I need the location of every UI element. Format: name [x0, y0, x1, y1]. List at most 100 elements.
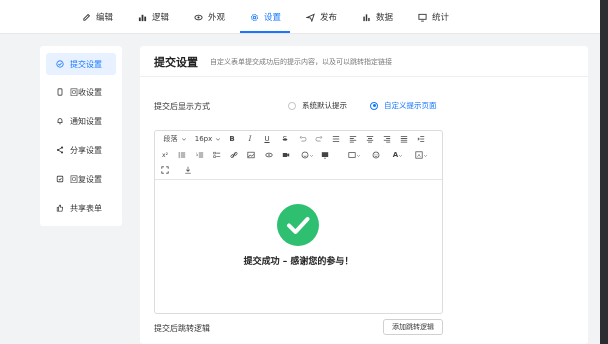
- emoji-icon[interactable]: [371, 149, 381, 161]
- share-icon: [56, 146, 64, 154]
- tab-logic[interactable]: 逻辑: [138, 0, 169, 34]
- font-size-select[interactable]: 16px: [193, 133, 223, 145]
- page-subtitle: 自定义表单提交成功后的提示内容，以及可以跳转指定链接: [210, 58, 392, 66]
- sidebar-item-label: 共享表单: [70, 203, 102, 213]
- chevron-down-icon: [399, 154, 403, 157]
- chevron-down-icon: [423, 154, 427, 157]
- display-mode-label: 提交后显示方式: [154, 102, 210, 111]
- justify-icon[interactable]: [399, 133, 409, 145]
- radio-system-default[interactable]: 系统默认提示: [288, 100, 347, 111]
- sidebar-item-notify[interactable]: 通知设置: [46, 110, 116, 132]
- success-check-icon: [277, 204, 319, 246]
- tab-label: 数据: [376, 13, 394, 23]
- sidebar-item-submit[interactable]: 提交设置: [46, 53, 116, 75]
- numbered-list-icon[interactable]: [195, 149, 205, 161]
- tab-label: 设置: [264, 13, 282, 23]
- sidebar-item-share[interactable]: 分享设置: [46, 139, 116, 161]
- success-message[interactable]: 提交成功 – 感谢您的参与！: [155, 254, 442, 267]
- submit-settings-panel: 提交设置 自定义表单提交成功后的提示内容，以及可以跳转指定链接 提交后显示方式 …: [140, 46, 588, 344]
- bar-chart-icon: [363, 13, 370, 21]
- align-center-icon[interactable]: [365, 133, 375, 145]
- download-icon[interactable]: [183, 164, 193, 176]
- toolbar-divider: [155, 179, 442, 180]
- align-right-icon[interactable]: [382, 133, 392, 145]
- tab-stats[interactable]: 统计: [418, 0, 449, 34]
- send-icon: [306, 13, 315, 22]
- phone-icon: [57, 88, 63, 96]
- eye-icon: [194, 14, 203, 20]
- monitor-icon: [418, 13, 427, 22]
- sidebar-item-reply[interactable]: 回复设置: [46, 168, 116, 190]
- tab-settings[interactable]: 设置: [250, 0, 281, 34]
- tab-label: 逻辑: [152, 13, 170, 23]
- link-icon[interactable]: [229, 149, 239, 161]
- undo-icon[interactable]: [298, 133, 308, 145]
- sidebar-item-label: 通知设置: [70, 116, 102, 126]
- tab-appearance[interactable]: 外观: [194, 0, 225, 34]
- radio-circle[interactable]: [370, 101, 378, 110]
- active-tab-indicator: [240, 31, 290, 33]
- check-circle-icon: [56, 60, 64, 68]
- image-icon[interactable]: [246, 149, 256, 161]
- code-block-icon[interactable]: [320, 149, 330, 161]
- divider: [140, 76, 588, 77]
- chevron-down-icon: [356, 154, 360, 157]
- top-nav: 编辑 逻辑 外观 设置 发布 数据 统计: [0, 0, 600, 34]
- radio-custom-page[interactable]: 自定义提示页面: [370, 100, 437, 111]
- chevron-down-icon: [309, 154, 313, 157]
- chevron-down-icon: [216, 138, 221, 141]
- italic-icon[interactable]: I: [245, 133, 255, 145]
- superscript-icon[interactable]: x²: [160, 149, 170, 161]
- bold-icon[interactable]: B: [227, 133, 237, 145]
- radio-label: 自定义提示页面: [384, 101, 437, 110]
- background-color-select[interactable]: A: [411, 149, 431, 161]
- sidebar-item-shared-form[interactable]: 共享表单: [46, 197, 116, 219]
- thumb-icon: [56, 204, 64, 212]
- underline-icon[interactable]: U: [262, 133, 272, 145]
- add-redirect-logic-button[interactable]: 添加跳转逻辑: [383, 319, 443, 335]
- tab-edit[interactable]: 编辑: [82, 0, 113, 34]
- radio-label: 系统默认提示: [302, 101, 347, 110]
- indent-icon[interactable]: [416, 133, 426, 145]
- edit-icon: [83, 13, 91, 21]
- redirect-logic-label: 提交后跳转逻辑: [154, 324, 210, 333]
- tab-label: 发布: [320, 13, 338, 23]
- preview-icon[interactable]: [264, 149, 274, 161]
- redo-icon[interactable]: [314, 133, 324, 145]
- page-title: 提交设置: [154, 56, 198, 69]
- tab-label: 外观: [208, 13, 226, 23]
- smile-icon: [301, 151, 308, 159]
- tab-publish[interactable]: 发布: [306, 0, 337, 34]
- sidebar-item-recycle[interactable]: 回收设置: [46, 81, 116, 103]
- app-window: 编辑 逻辑 外观 设置 发布 数据 统计 提交设置 回收设置 通知设置 分享设置…: [0, 0, 600, 344]
- video-icon[interactable]: [281, 149, 291, 161]
- rich-text-editor[interactable]: 段落 16px B I U S x² A A 提交成功 – 感谢您的参与！: [154, 130, 443, 314]
- sidebar-item-label: 提交设置: [70, 59, 102, 69]
- font-color-select[interactable]: A: [388, 149, 408, 161]
- frame-icon: [347, 152, 356, 158]
- reply-icon: [56, 175, 64, 183]
- settings-sidebar: 提交设置 回收设置 通知设置 分享设置 回复设置 共享表单: [40, 46, 122, 226]
- radio-circle[interactable]: [288, 101, 296, 110]
- checklist-icon[interactable]: [212, 149, 222, 161]
- paragraph-value: 段落: [163, 135, 178, 143]
- highlight-icon: A: [414, 151, 423, 159]
- paragraph-select[interactable]: 段落: [160, 133, 190, 145]
- gear-icon: [250, 13, 259, 21]
- chevron-down-icon: [181, 138, 186, 141]
- emoji-select[interactable]: [297, 149, 317, 161]
- chart-icon: [138, 14, 147, 21]
- font-size-value: 16px: [194, 135, 213, 143]
- sidebar-item-label: 分享设置: [70, 145, 102, 155]
- fullscreen-icon[interactable]: [160, 164, 170, 176]
- tab-label: 编辑: [96, 13, 114, 23]
- align-left-icon[interactable]: [348, 133, 358, 145]
- strikethrough-icon[interactable]: S: [280, 133, 290, 145]
- bell-icon: [57, 118, 63, 125]
- tab-data[interactable]: 数据: [362, 0, 393, 34]
- tab-label: 统计: [432, 13, 450, 23]
- frame-select[interactable]: [344, 149, 364, 161]
- sidebar-item-label: 回复设置: [70, 174, 102, 184]
- bullet-list-icon[interactable]: [177, 149, 187, 161]
- list-icon[interactable]: [331, 133, 341, 145]
